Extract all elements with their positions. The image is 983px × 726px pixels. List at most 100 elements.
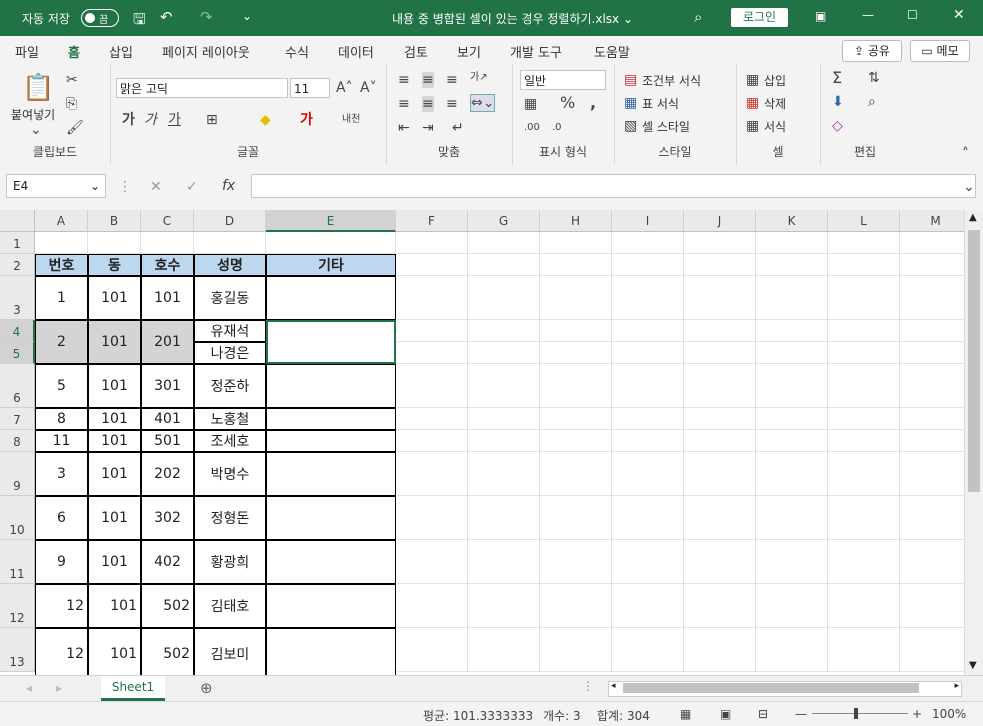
search-icon[interactable]: ⌕ [694, 8, 702, 26]
grid-cell[interactable] [540, 540, 612, 584]
grid-cell[interactable] [684, 628, 756, 672]
shrink-font-icon[interactable]: A˅ [360, 80, 377, 96]
table-cell[interactable]: 김보미 [194, 628, 266, 675]
grid-cell[interactable] [756, 430, 828, 452]
tab-formulas[interactable]: 수식 [285, 42, 309, 61]
grid-cell[interactable] [684, 320, 756, 342]
grid-cell[interactable] [396, 254, 468, 276]
cell-styles-button[interactable]: 셀 스타일 [642, 118, 690, 135]
grid-cell[interactable] [900, 276, 964, 320]
table-cell[interactable]: 101 [88, 584, 141, 628]
grid-cell[interactable] [612, 430, 684, 452]
format-as-table-button[interactable]: 표 서식 [642, 95, 679, 112]
page-layout-view-icon[interactable]: ▣ [720, 707, 731, 721]
grid-cell[interactable] [828, 430, 900, 452]
grid-cell[interactable] [900, 232, 964, 254]
insert-function-icon[interactable]: fx [222, 178, 235, 194]
tab-developer[interactable]: 개발 도구 [510, 42, 562, 61]
table-cell[interactable] [266, 364, 396, 408]
prev-sheet-icon[interactable]: ◂ [26, 681, 32, 695]
column-header-a[interactable]: A [35, 210, 88, 232]
grid-cell[interactable] [756, 540, 828, 584]
tab-file[interactable]: 파일 [15, 42, 39, 61]
column-header-f[interactable]: F [396, 210, 468, 232]
grid-cell[interactable] [612, 254, 684, 276]
zoom-level[interactable]: 100% [932, 707, 966, 721]
tab-review[interactable]: 검토 [404, 42, 428, 61]
grid-cell[interactable] [684, 430, 756, 452]
fill-color-icon[interactable]: ◆ [260, 112, 271, 128]
row-header-13[interactable]: 13 [0, 628, 35, 672]
border-icon[interactable]: ⊞ [206, 112, 218, 128]
grid-cell[interactable] [756, 452, 828, 496]
grid-cell[interactable] [756, 408, 828, 430]
underline-icon[interactable]: 가 [168, 112, 181, 128]
grid-cell[interactable] [396, 496, 468, 540]
grid-cell[interactable] [540, 584, 612, 628]
table-cell[interactable]: 박명수 [194, 452, 266, 496]
grid-cell[interactable] [540, 408, 612, 430]
grid-cell[interactable] [684, 540, 756, 584]
table-cell[interactable]: 황광희 [194, 540, 266, 584]
grid-cell[interactable] [540, 628, 612, 672]
paste-icon[interactable]: 📋 [22, 74, 54, 102]
grid-cell[interactable] [612, 452, 684, 496]
align-left-icon[interactable]: ≡ [398, 96, 410, 112]
column-header-d[interactable]: D [194, 210, 266, 232]
column-header-e[interactable]: E [266, 210, 396, 232]
grid-cell[interactable] [828, 320, 900, 342]
column-header-h[interactable]: H [540, 210, 612, 232]
grid-cell[interactable] [612, 540, 684, 584]
column-header-j[interactable]: J [684, 210, 756, 232]
cancel-icon[interactable]: ✕ [150, 179, 162, 195]
row-header-4[interactable]: 4 [0, 320, 35, 342]
grid-cell[interactable] [684, 408, 756, 430]
grid-cell[interactable] [540, 320, 612, 342]
zoom-out-icon[interactable]: — [795, 707, 807, 721]
grid-cell[interactable] [900, 430, 964, 452]
redo-icon[interactable]: ↷ [200, 8, 213, 26]
grid-cell[interactable] [828, 254, 900, 276]
number-format-select[interactable]: 일반 [520, 70, 606, 90]
grid-cell[interactable] [900, 320, 964, 342]
grid-cell[interactable] [468, 232, 540, 254]
table-cell[interactable]: 6 [35, 496, 88, 540]
table-cell[interactable]: 101 [88, 408, 141, 430]
grid-cell[interactable] [396, 364, 468, 408]
grid-cell[interactable] [684, 342, 756, 364]
grid-cell[interactable] [612, 342, 684, 364]
table-cell[interactable]: 201 [141, 320, 194, 364]
grid-cell[interactable] [468, 320, 540, 342]
table-header-cell[interactable]: 번호 [35, 254, 88, 276]
fill-icon[interactable]: ⬇ [832, 94, 844, 110]
align-right-icon[interactable]: ≡ [446, 96, 458, 112]
row-header-1[interactable]: 1 [0, 232, 35, 254]
table-cell[interactable]: 3 [35, 452, 88, 496]
memo-button[interactable]: ▭ 메모 [910, 40, 970, 62]
table-cell[interactable]: 101 [88, 364, 141, 408]
grid-cell[interactable] [540, 430, 612, 452]
grid-cell[interactable] [540, 364, 612, 408]
table-cell[interactable] [266, 276, 396, 320]
table-cell[interactable]: 101 [88, 430, 141, 452]
minimize-icon[interactable]: — [862, 8, 874, 22]
clear-icon[interactable]: ◇ [832, 118, 843, 134]
cut-icon[interactable]: ✂ [66, 72, 78, 88]
sort-filter-icon[interactable]: ⇅ [868, 70, 880, 86]
table-cell[interactable]: 11 [35, 430, 88, 452]
grid-cell[interactable] [88, 232, 141, 254]
grid-cell[interactable] [684, 276, 756, 320]
grid-cell[interactable] [540, 342, 612, 364]
table-cell[interactable]: 101 [88, 452, 141, 496]
row-header-3[interactable]: 3 [0, 276, 35, 320]
maximize-icon[interactable]: ☐ [907, 8, 918, 22]
horizontal-scroll-thumb[interactable] [623, 683, 919, 693]
column-header-c[interactable]: C [141, 210, 194, 232]
grid-cell[interactable] [396, 232, 468, 254]
grid-cell[interactable] [396, 584, 468, 628]
delete-cells-button[interactable]: 삭제 [764, 95, 786, 112]
grid-cell[interactable] [828, 628, 900, 672]
table-cell[interactable]: 정준하 [194, 364, 266, 408]
wrap-text-icon[interactable]: ↵ [452, 120, 464, 136]
table-cell[interactable] [266, 408, 396, 430]
